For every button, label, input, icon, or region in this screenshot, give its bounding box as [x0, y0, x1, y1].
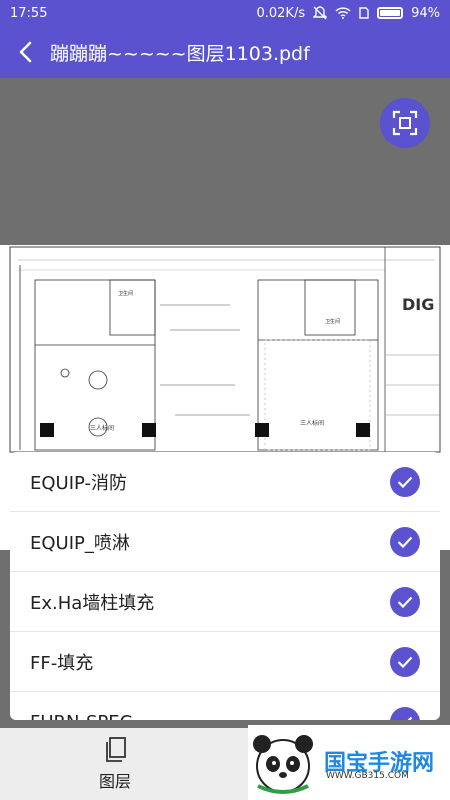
- layers-copy-icon: [106, 737, 126, 762]
- layer-name: Ex.Ha墙柱填充: [30, 592, 155, 614]
- sim-icon: [359, 7, 369, 19]
- battery-percent: 94%: [411, 5, 440, 21]
- layer-item[interactable]: FURN-SPEC: [10, 692, 440, 720]
- layer-list-panel: EQUIP-消防 EQUIP_喷淋 Ex.Ha墙柱填充 FF-填充 FURN-S…: [10, 452, 440, 720]
- fit-screen-icon: [392, 110, 418, 136]
- layer-item[interactable]: FF-填充: [10, 632, 440, 692]
- bath-label-right: 卫生间: [325, 318, 340, 325]
- status-bar: 17:55 0.02K/s 94%: [0, 0, 450, 26]
- status-time: 17:55: [10, 5, 48, 21]
- back-button[interactable]: [0, 26, 50, 78]
- app-bar: 蹦蹦蹦~~~~~图层1103.pdf: [0, 26, 450, 78]
- layers-tab-label: 图层: [98, 772, 131, 791]
- bath-label-left: 卫生间: [118, 290, 133, 297]
- back-arrow-icon: [19, 41, 32, 63]
- fit-screen-button[interactable]: [380, 98, 430, 148]
- document-title: 蹦蹦蹦~~~~~图层1103.pdf: [50, 42, 310, 65]
- layer-name: EQUIP_喷淋: [30, 532, 130, 554]
- network-speed: 0.02K/s: [256, 5, 306, 21]
- layers-tab[interactable]: 图层: [70, 728, 160, 800]
- site-watermark: 国宝手游网 WWW.GB315.COM: [248, 725, 450, 800]
- layer-item[interactable]: EQUIP_喷淋: [10, 512, 440, 572]
- layer-name: FF-填充: [30, 652, 94, 674]
- battery-icon: [377, 7, 404, 19]
- layer-item[interactable]: EQUIP-消防: [10, 452, 440, 512]
- mute-notification-icon: [313, 6, 328, 20]
- layer-name: FURN-SPEC: [30, 712, 132, 721]
- drawing-logo: DIG: [402, 295, 434, 314]
- checkmark-icon[interactable]: [390, 707, 420, 720]
- layer-name: EQUIP-消防: [30, 472, 127, 494]
- checkmark-icon[interactable]: [390, 646, 420, 677]
- room-label-left: 三人标间: [90, 424, 114, 432]
- panda-logo-icon: [253, 734, 313, 794]
- room-label-right: 三人标间: [300, 419, 324, 427]
- checkmark-icon[interactable]: [390, 526, 420, 557]
- wifi-icon: [335, 7, 351, 19]
- checkmark-icon[interactable]: [390, 466, 420, 497]
- status-right: 0.02K/s 94%: [256, 6, 440, 21]
- checkmark-icon[interactable]: [390, 586, 420, 617]
- layer-item[interactable]: Ex.Ha墙柱填充: [10, 572, 440, 632]
